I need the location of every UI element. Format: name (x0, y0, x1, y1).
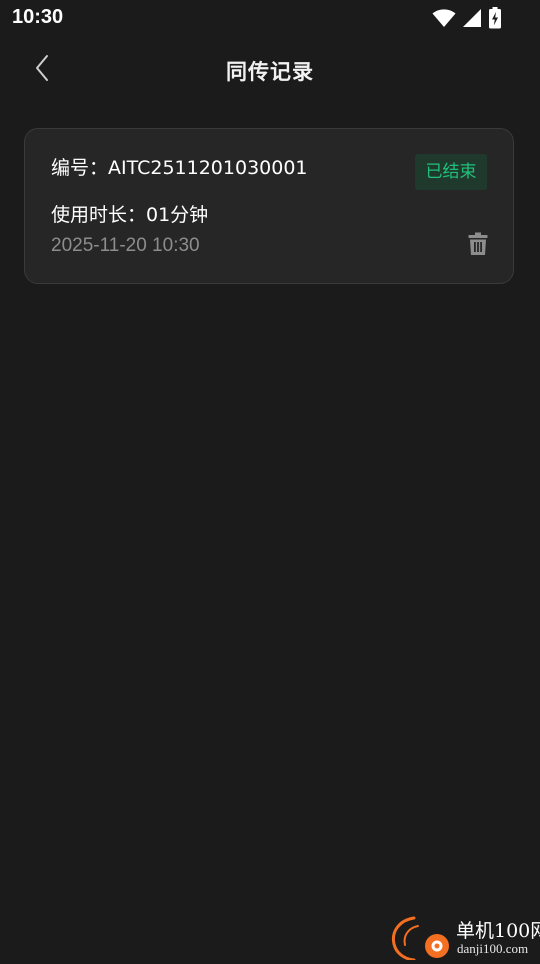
status-icons (432, 7, 502, 29)
usage-duration: 使用时长：01分钟 (51, 204, 209, 226)
watermark-url: danji100.com (457, 941, 529, 956)
record-datetime: 2025-11-20 10:30 (51, 235, 200, 256)
wifi-icon (432, 8, 456, 28)
status-time: 10:30 (12, 6, 64, 28)
battery-charging-icon (488, 7, 502, 29)
delete-button[interactable] (465, 232, 491, 260)
status-bar: 10:30 (0, 0, 540, 38)
cellular-signal-icon (462, 8, 482, 28)
page-title: 同传记录 (226, 60, 314, 84)
watermark-name: 单机100网 (456, 920, 540, 942)
watermark-logo-icon (388, 916, 452, 962)
status-badge: 已结束 (415, 154, 487, 190)
trash-icon (468, 232, 488, 260)
watermark: 单机100网 danji100.com (388, 912, 540, 962)
record-card[interactable]: 编号：AITC2511201030001 已结束 使用时长：01分钟 2025-… (24, 128, 514, 284)
record-id: 编号：AITC2511201030001 (51, 157, 308, 179)
header: 同传记录 (0, 44, 540, 98)
